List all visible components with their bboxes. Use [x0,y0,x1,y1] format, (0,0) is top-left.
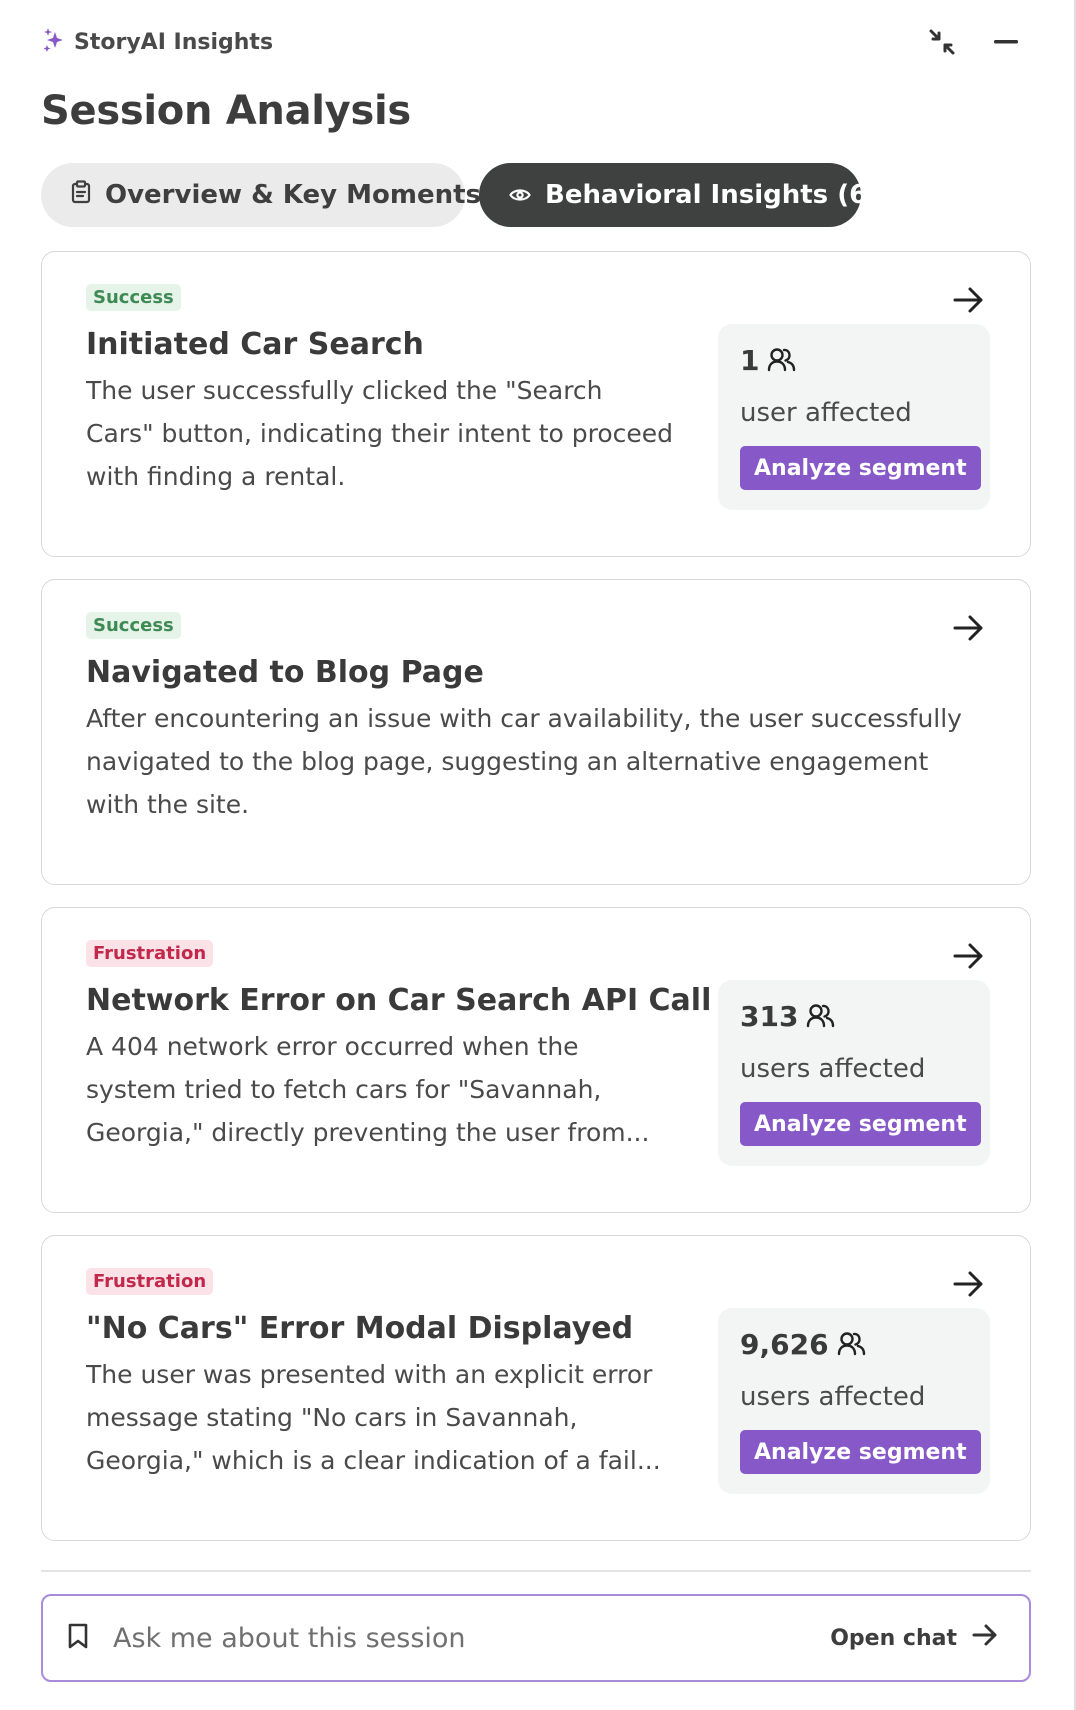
arrow-right-icon[interactable] [950,610,986,646]
insight-description: The user successfully clicked the "Searc… [86,376,674,491]
affected-users-panel: 9,626 users affected Analyze segment [718,1308,990,1494]
tab-bar: Overview & Key Moments Behavioral Insigh… [41,163,879,227]
brand-label: StoryAI Insights [74,29,274,55]
tab-label: Overview & Key Moments [105,180,481,210]
minus-icon[interactable] [988,24,1024,60]
affected-users-panel: 1 user affected Analyze segment [718,324,990,510]
status-badge: Success [86,284,181,311]
arrow-right-icon[interactable] [950,938,986,974]
insight-title: "No Cars" Error Modal Displayed [86,1311,634,1346]
affected-users-panel: 313 users affected Analyze segment [718,980,990,1166]
brand: StoryAI Insights [42,27,273,57]
insight-description: After encountering an issue with car ava… [86,704,962,819]
affected-label: user affected [740,398,912,428]
insight-description: The user was presented with an explicit … [86,1360,661,1475]
divider [41,1570,1031,1572]
tab-behavioral-insights[interactable]: Behavioral Insights (6) [479,163,879,227]
analyze-segment-button[interactable]: Analyze segment [740,446,981,490]
insight-title: Navigated to Blog Page [86,655,484,690]
open-chat-label: Open chat [830,1625,957,1651]
insight-card[interactable]: Frustration "No Cars" Error Modal Displa… [41,1235,1031,1541]
insights-panel: StoryAI Insights Session Analysis Overvi… [0,0,1076,1710]
open-chat-button[interactable]: Open chat [830,1621,999,1655]
chat-box[interactable]: Open chat [41,1594,1031,1682]
insight-card[interactable]: Frustration Network Error on Car Search … [41,907,1031,1213]
eye-icon [509,180,531,210]
users-icon [767,346,797,376]
status-badge: Frustration [86,1268,214,1295]
page-title: Session Analysis [41,88,411,134]
users-icon [806,1002,836,1032]
sparkle-icon [42,27,64,57]
users-icon [837,1330,867,1360]
insight-title: Initiated Car Search [86,327,424,362]
insight-list: Success Initiated Car Search The user su… [41,251,1031,1563]
arrow-right-icon[interactable] [950,1266,986,1302]
chat-input[interactable] [113,1622,831,1654]
insight-card[interactable]: Success Navigated to Blog Page After enc… [41,579,1031,885]
insight-card[interactable]: Success Initiated Car Search The user su… [41,251,1031,557]
arrow-right-icon [971,1621,999,1655]
arrow-right-icon[interactable] [950,282,986,318]
status-badge: Success [86,612,181,639]
insight-title: Network Error on Car Search API Call [86,983,712,1018]
tab-label: Behavioral Insights (6) [545,180,880,210]
affected-count: 313 [740,1000,799,1033]
top-bar: StoryAI Insights [42,22,1024,62]
insight-description: A 404 network error occurred when the sy… [86,1032,650,1147]
clipboard-icon [71,179,91,211]
affected-count: 9,626 [740,1328,829,1361]
collapse-arrows-icon[interactable] [924,24,960,60]
tab-overview[interactable]: Overview & Key Moments [41,163,481,227]
analyze-segment-button[interactable]: Analyze segment [740,1430,981,1474]
affected-label: users affected [740,1054,926,1084]
status-badge: Frustration [86,940,214,967]
bookmark-icon [67,1622,89,1654]
affected-count: 1 [740,344,760,377]
analyze-segment-button[interactable]: Analyze segment [740,1102,981,1146]
affected-label: users affected [740,1382,926,1412]
